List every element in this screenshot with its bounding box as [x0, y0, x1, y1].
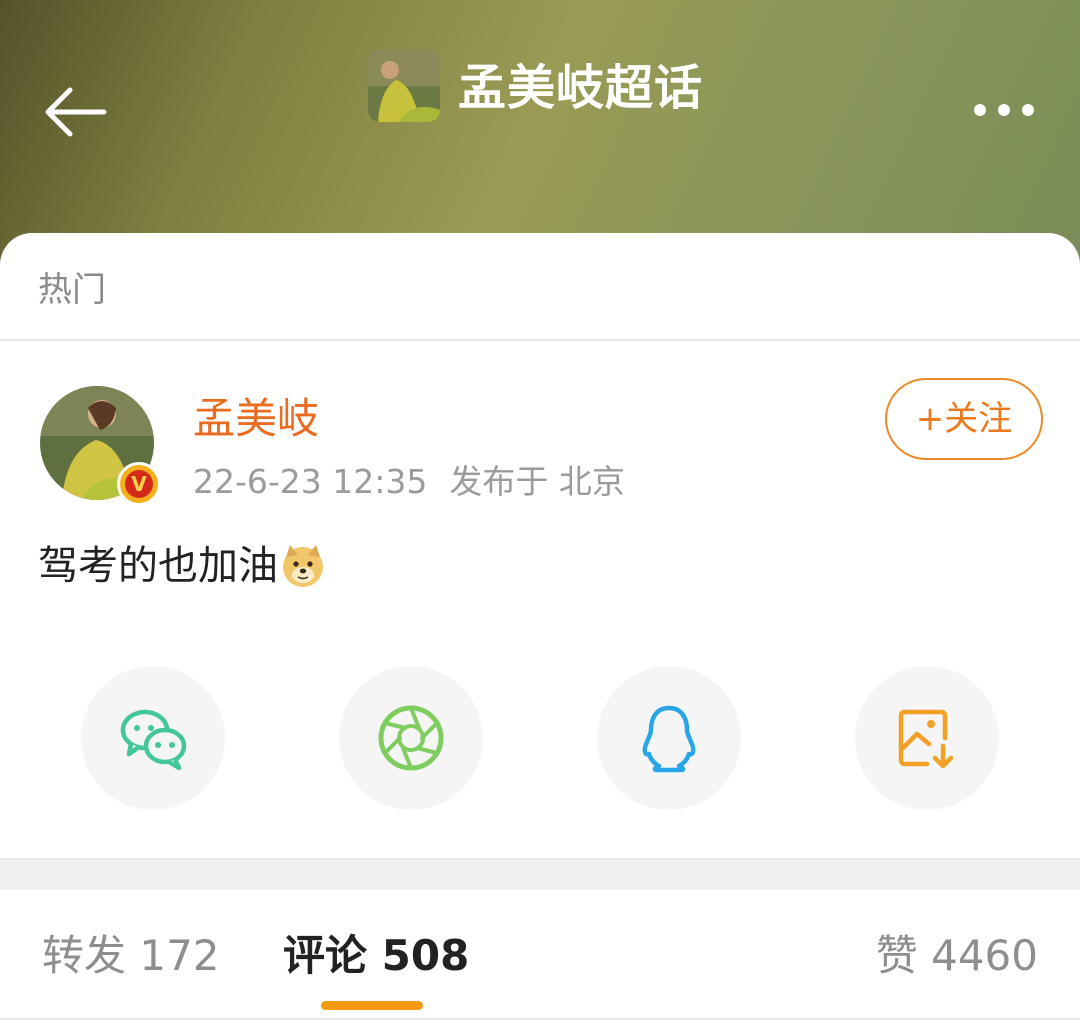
back-button[interactable] — [40, 82, 110, 142]
post-body: 驾考的也加油 — [38, 540, 326, 592]
post-location: 发布于 北京 — [449, 462, 625, 501]
more-dots-icon — [974, 104, 986, 116]
arrow-left-icon — [45, 87, 107, 137]
more-button[interactable] — [968, 100, 1040, 124]
follow-button[interactable]: +关注 — [885, 378, 1043, 460]
post-timestamp: 22-6-23 12:35 — [193, 462, 428, 501]
post-card — [0, 233, 1080, 1033]
verified-v-icon: V — [125, 470, 153, 498]
doge-emoji-icon — [280, 543, 326, 589]
author-name[interactable]: 孟美岐 — [193, 392, 319, 446]
divider — [0, 339, 1080, 341]
tab-repost[interactable]: 转发 172 — [42, 928, 220, 984]
tabs-divider — [0, 1018, 1080, 1020]
post-text: 驾考的也加油 — [38, 543, 278, 589]
share-wechat-button[interactable] — [81, 666, 225, 810]
tab-comment[interactable]: 评论 508 — [283, 928, 469, 984]
save-image-icon — [898, 709, 954, 769]
active-tab-indicator — [321, 1001, 423, 1010]
post-meta: 22-6-23 12:35 发布于 北京 — [193, 460, 625, 504]
verified-badge: V — [117, 462, 161, 506]
topic-photo — [368, 50, 440, 122]
qq-penguin-icon — [642, 705, 696, 773]
section-separator — [0, 858, 1080, 890]
save-image-button[interactable] — [855, 666, 999, 810]
tab-like[interactable]: 赞 4460 — [876, 928, 1038, 984]
share-moments-button[interactable] — [339, 666, 483, 810]
share-qq-button[interactable] — [597, 666, 741, 810]
topic-thumbnail[interactable] — [368, 50, 440, 122]
section-label-hot: 热门 — [38, 270, 106, 310]
wechat-icon — [120, 709, 187, 771]
moments-aperture-icon — [378, 705, 444, 771]
topic-title: 孟美岐超话 — [458, 60, 704, 116]
